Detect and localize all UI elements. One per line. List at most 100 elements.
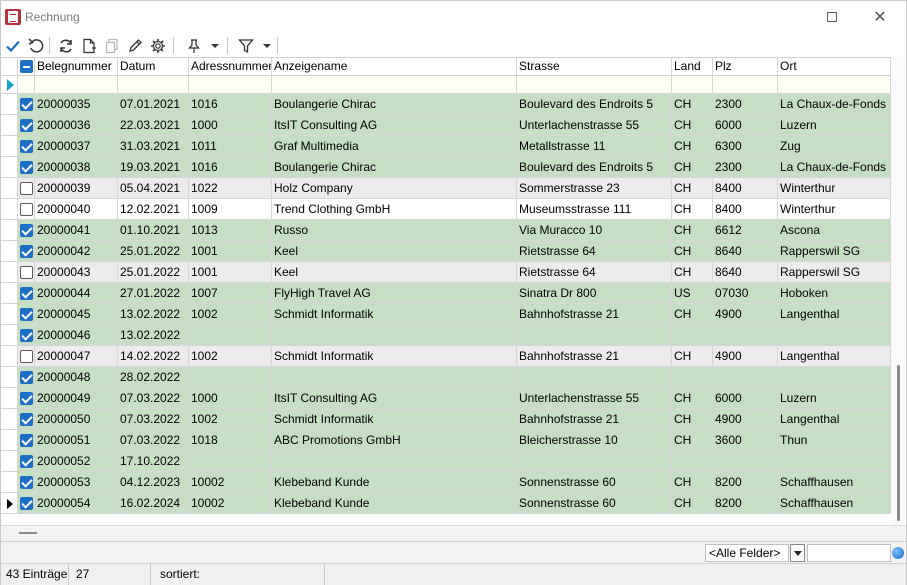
- cell-belegnummer[interactable]: 20000054: [35, 493, 118, 514]
- cell-belegnummer[interactable]: 20000038: [35, 157, 118, 178]
- row-checkbox[interactable]: [18, 325, 35, 346]
- row-selector[interactable]: [1, 136, 18, 157]
- cell-belegnummer[interactable]: 20000051: [35, 430, 118, 451]
- cell-plz[interactable]: 8400: [713, 178, 778, 199]
- cell-anzeigename[interactable]: Trend Clothing GmbH: [272, 199, 517, 220]
- table-row[interactable]: 20000053 04.12.2023 10002 Klebeband Kunde So…: [1, 472, 891, 493]
- row-checkbox[interactable]: [18, 451, 35, 472]
- cell-belegnummer[interactable]: 20000053: [35, 472, 118, 493]
- cell-strasse[interactable]: Sonnenstrasse 60: [517, 472, 672, 493]
- cell-datum[interactable]: 07.03.2022: [118, 430, 189, 451]
- cell-datum[interactable]: 12.02.2021: [118, 199, 189, 220]
- row-checkbox[interactable]: [18, 157, 35, 178]
- copy-button[interactable]: [102, 36, 122, 56]
- cell-land[interactable]: [672, 367, 713, 388]
- cell-plz[interactable]: 4900: [713, 304, 778, 325]
- cell-anzeigename[interactable]: Graf Multimedia: [272, 136, 517, 157]
- search-field-select[interactable]: <Alle Felder>: [705, 544, 789, 562]
- row-selector[interactable]: [1, 157, 18, 178]
- cell-adressnummer[interactable]: 1007: [189, 283, 272, 304]
- cell-land[interactable]: CH: [672, 262, 713, 283]
- cell-datum[interactable]: 25.01.2022: [118, 241, 189, 262]
- row-selector[interactable]: [1, 115, 18, 136]
- row-checkbox[interactable]: [18, 94, 35, 115]
- table-row[interactable]: 20000054 16.02.2024 10002 Klebeband Kunde So…: [1, 493, 891, 514]
- row-selector[interactable]: [1, 262, 18, 283]
- cell-datum[interactable]: 31.03.2021: [118, 136, 189, 157]
- splitter-grip-icon[interactable]: [19, 532, 37, 534]
- cell-strasse[interactable]: Metallstrasse 11: [517, 136, 672, 157]
- cell-strasse[interactable]: Boulevard des Endroits 5: [517, 157, 672, 178]
- save-button[interactable]: [3, 36, 23, 56]
- table-row[interactable]: 20000052 17.10.2022: [1, 451, 891, 472]
- table-row[interactable]: 20000045 13.02.2022 1002 Schmidt Informatik…: [1, 304, 891, 325]
- cell-belegnummer[interactable]: 20000048: [35, 367, 118, 388]
- cell-plz[interactable]: [713, 325, 778, 346]
- cell-adressnummer[interactable]: 1011: [189, 136, 272, 157]
- search-go-icon[interactable]: [892, 547, 904, 559]
- cell-belegnummer[interactable]: 20000042: [35, 241, 118, 262]
- row-selector[interactable]: [1, 199, 18, 220]
- cell-land[interactable]: CH: [672, 199, 713, 220]
- row-checkbox[interactable]: [18, 472, 35, 493]
- cell-ort[interactable]: Thun: [778, 430, 891, 451]
- cell-plz[interactable]: 8640: [713, 241, 778, 262]
- cell-land[interactable]: US: [672, 283, 713, 304]
- row-checkbox[interactable]: [18, 367, 35, 388]
- cell-anzeigename[interactable]: Schmidt Informatik: [272, 304, 517, 325]
- select-all-checkbox[interactable]: [18, 58, 35, 76]
- cell-strasse[interactable]: Unterlachenstrasse 55: [517, 115, 672, 136]
- cell-belegnummer[interactable]: 20000052: [35, 451, 118, 472]
- row-checkbox[interactable]: [18, 262, 35, 283]
- cell-land[interactable]: CH: [672, 115, 713, 136]
- cell-belegnummer[interactable]: 20000050: [35, 409, 118, 430]
- cell-plz[interactable]: 8200: [713, 493, 778, 514]
- cell-ort[interactable]: Luzern: [778, 388, 891, 409]
- cell-adressnummer[interactable]: 10002: [189, 493, 272, 514]
- cell-plz[interactable]: [713, 451, 778, 472]
- cell-land[interactable]: CH: [672, 430, 713, 451]
- cell-anzeigename[interactable]: [272, 325, 517, 346]
- filter-button[interactable]: [236, 36, 256, 56]
- cell-anzeigename[interactable]: ItsIT Consulting AG: [272, 388, 517, 409]
- cell-adressnummer[interactable]: 1002: [189, 409, 272, 430]
- cell-datum[interactable]: 27.01.2022: [118, 283, 189, 304]
- cell-adressnummer[interactable]: 10002: [189, 472, 272, 493]
- cell-ort[interactable]: Langenthal: [778, 304, 891, 325]
- cell-adressnummer[interactable]: 1002: [189, 304, 272, 325]
- cell-ort[interactable]: [778, 325, 891, 346]
- cell-ort[interactable]: Luzern: [778, 115, 891, 136]
- row-selector[interactable]: [1, 94, 18, 115]
- column-header-adressnummer[interactable]: Adressnummer: [189, 58, 272, 76]
- row-selector[interactable]: [1, 409, 18, 430]
- row-checkbox[interactable]: [18, 493, 35, 514]
- cell-datum[interactable]: 05.04.2021: [118, 178, 189, 199]
- cell-anzeigename[interactable]: Boulangerie Chirac: [272, 157, 517, 178]
- cell-strasse[interactable]: Sommerstrasse 23: [517, 178, 672, 199]
- search-field-dropdown[interactable]: [790, 544, 805, 562]
- cell-plz[interactable]: 8400: [713, 199, 778, 220]
- cell-plz[interactable]: 6000: [713, 115, 778, 136]
- filter-dropdown[interactable]: [261, 36, 273, 56]
- cell-ort[interactable]: Rapperswil SG: [778, 241, 891, 262]
- row-selector[interactable]: [1, 451, 18, 472]
- row-checkbox[interactable]: [18, 178, 35, 199]
- row-selector[interactable]: [1, 346, 18, 367]
- table-row[interactable]: 20000037 31.03.2021 1011 Graf Multimedia Met…: [1, 136, 891, 157]
- cell-anzeigename[interactable]: ItsIT Consulting AG: [272, 115, 517, 136]
- cell-ort[interactable]: Rapperswil SG: [778, 262, 891, 283]
- cell-ort[interactable]: La Chaux-de-Fonds: [778, 94, 891, 115]
- row-checkbox[interactable]: [18, 388, 35, 409]
- maximize-button[interactable]: [809, 1, 855, 33]
- cell-ort[interactable]: Langenthal: [778, 346, 891, 367]
- table-row[interactable]: 20000051 07.03.2022 1018 ABC Promotions Gmb…: [1, 430, 891, 451]
- cell-strasse[interactable]: Via Muracco 10: [517, 220, 672, 241]
- scrollbar-thumb[interactable]: [897, 365, 900, 521]
- filter-cell[interactable]: [35, 76, 118, 94]
- cell-strasse[interactable]: Bahnhofstrasse 21: [517, 409, 672, 430]
- table-row[interactable]: 20000043 25.01.2022 1001 Keel Rietstrasse 64…: [1, 262, 891, 283]
- cell-adressnummer[interactable]: 1001: [189, 262, 272, 283]
- cell-ort[interactable]: Schaffhausen: [778, 493, 891, 514]
- column-header-land[interactable]: Land: [672, 58, 713, 76]
- cell-belegnummer[interactable]: 20000045: [35, 304, 118, 325]
